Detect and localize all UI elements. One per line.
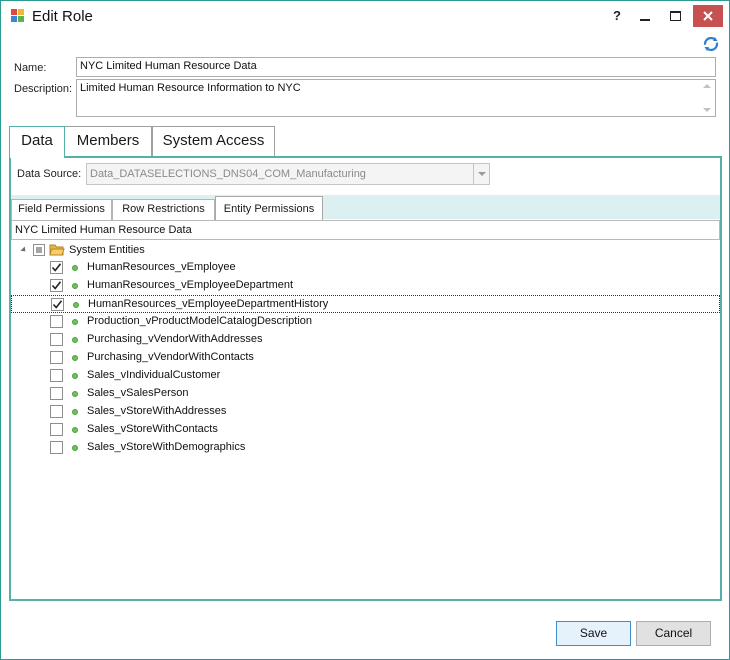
minimize-icon: [640, 19, 650, 21]
checkbox-unchecked[interactable]: [50, 441, 63, 454]
close-icon: [703, 11, 713, 21]
root-checkbox[interactable]: [33, 244, 45, 256]
entity-dot-icon: [72, 319, 78, 325]
checkbox-unchecked[interactable]: [50, 333, 63, 346]
tree-item-label: Purchasing_vVendorWithAddresses: [87, 333, 263, 345]
folder-icon: [49, 244, 65, 256]
check-icon: [51, 263, 62, 272]
maximize-button[interactable]: [662, 5, 688, 27]
tree-item[interactable]: Sales_vIndividualCustomer: [11, 367, 720, 385]
tree-item-label: HumanResources_vEmployeeDepartmentHistor…: [88, 298, 329, 310]
scroll-up-icon[interactable]: [703, 84, 711, 88]
cancel-button[interactable]: Cancel: [636, 621, 711, 646]
check-icon: [52, 300, 63, 309]
tree-item-label: Production_vProductModelCatalogDescripti…: [87, 315, 313, 327]
name-input[interactable]: NYC Limited Human Resource Data: [76, 57, 716, 77]
checkbox-unchecked[interactable]: [50, 315, 63, 328]
data-source-label: Data Source:: [17, 168, 82, 180]
entity-dot-icon: [72, 265, 78, 271]
tree-item-label: Sales_vStoreWithAddresses: [87, 405, 227, 417]
help-button[interactable]: ?: [607, 5, 627, 27]
tree-item[interactable]: Production_vProductModelCatalogDescripti…: [11, 313, 720, 331]
checkbox-unchecked[interactable]: [50, 351, 63, 364]
tree-item[interactable]: Sales_vSalesPerson: [11, 385, 720, 403]
tree-item[interactable]: HumanResources_vEmployeeDepartmentHistor…: [11, 295, 720, 313]
data-source-value: Data_DATASELECTIONS_DNS04_COM_Manufactur…: [90, 168, 366, 180]
entity-dot-icon: [72, 355, 78, 361]
checkbox-checked[interactable]: [50, 261, 63, 274]
tree-root-node[interactable]: System Entities: [19, 242, 319, 260]
tree-item-label: HumanResources_vEmployeeDepartment: [87, 279, 294, 291]
checkbox-unchecked[interactable]: [50, 387, 63, 400]
tree-item[interactable]: Sales_vStoreWithDemographics: [11, 439, 720, 457]
tree-item-label: Sales_vSalesPerson: [87, 387, 189, 399]
minimize-button[interactable]: [632, 5, 658, 27]
entity-dot-icon: [72, 373, 78, 379]
save-button[interactable]: Save: [556, 621, 631, 646]
entity-dot-icon: [72, 445, 78, 451]
description-scrollbar[interactable]: [700, 81, 714, 115]
name-label: Name:: [14, 62, 47, 74]
description-text: Limited Human Resource Information to NY…: [80, 82, 301, 94]
entity-tree: System Entities HumanResources_vEmployee…: [11, 240, 720, 599]
tab-system-access[interactable]: System Access: [152, 126, 275, 157]
entity-dot-icon: [72, 283, 78, 289]
tab-members[interactable]: Members: [64, 126, 152, 157]
maximize-icon: [669, 11, 681, 21]
tree-item[interactable]: HumanResources_vEmployee: [11, 259, 720, 277]
data-source-select[interactable]: Data_DATASELECTIONS_DNS04_COM_Manufactur…: [86, 163, 490, 185]
tree-item[interactable]: Sales_vStoreWithContacts: [11, 421, 720, 439]
dropdown-arrow-icon[interactable]: [473, 164, 489, 184]
tree-item[interactable]: HumanResources_vEmployeeDepartment: [11, 277, 720, 295]
checkbox-unchecked[interactable]: [50, 369, 63, 382]
tab-data[interactable]: Data: [9, 126, 65, 158]
window-title: Edit Role: [32, 8, 93, 25]
tree-header: NYC Limited Human Resource Data: [11, 220, 720, 240]
checkbox-checked[interactable]: [50, 279, 63, 292]
subtab-field-permissions[interactable]: Field Permissions: [11, 199, 112, 220]
tree-item-label: HumanResources_vEmployee: [87, 261, 236, 273]
subtab-row-restrictions[interactable]: Row Restrictions: [112, 199, 215, 220]
close-button[interactable]: [693, 5, 723, 27]
edit-role-window: Edit Role ? Name: NYC Limited Human Reso…: [0, 0, 730, 660]
refresh-icon[interactable]: [702, 35, 720, 53]
tree-item-label: Sales_vIndividualCustomer: [87, 369, 221, 381]
scroll-down-icon[interactable]: [703, 108, 711, 112]
title-bar[interactable]: Edit Role ?: [1, 1, 729, 31]
tree-item-label: Sales_vStoreWithContacts: [87, 423, 218, 435]
description-textarea[interactable]: Limited Human Resource Information to NY…: [76, 79, 716, 117]
check-icon: [51, 281, 62, 290]
tree-item[interactable]: Sales_vStoreWithAddresses: [11, 403, 720, 421]
subtab-entity-permissions[interactable]: Entity Permissions: [215, 196, 323, 220]
entity-dot-icon: [72, 337, 78, 343]
checkbox-unchecked[interactable]: [50, 405, 63, 418]
entity-dot-icon: [72, 427, 78, 433]
tree-item[interactable]: Purchasing_vVendorWithContacts: [11, 349, 720, 367]
tree-item-label: Purchasing_vVendorWithContacts: [87, 351, 254, 363]
entity-dot-icon: [72, 409, 78, 415]
description-label: Description:: [14, 83, 73, 95]
root-label: System Entities: [69, 244, 145, 256]
tree-item-label: Sales_vStoreWithDemographics: [87, 441, 246, 453]
entity-dot-icon: [73, 302, 79, 308]
app-icon: [11, 9, 24, 22]
entity-dot-icon: [72, 391, 78, 397]
checkbox-checked[interactable]: [51, 298, 64, 311]
collapse-arrow-icon[interactable]: [20, 246, 28, 254]
tree-item[interactable]: Purchasing_vVendorWithAddresses: [11, 331, 720, 349]
checkbox-unchecked[interactable]: [50, 423, 63, 436]
